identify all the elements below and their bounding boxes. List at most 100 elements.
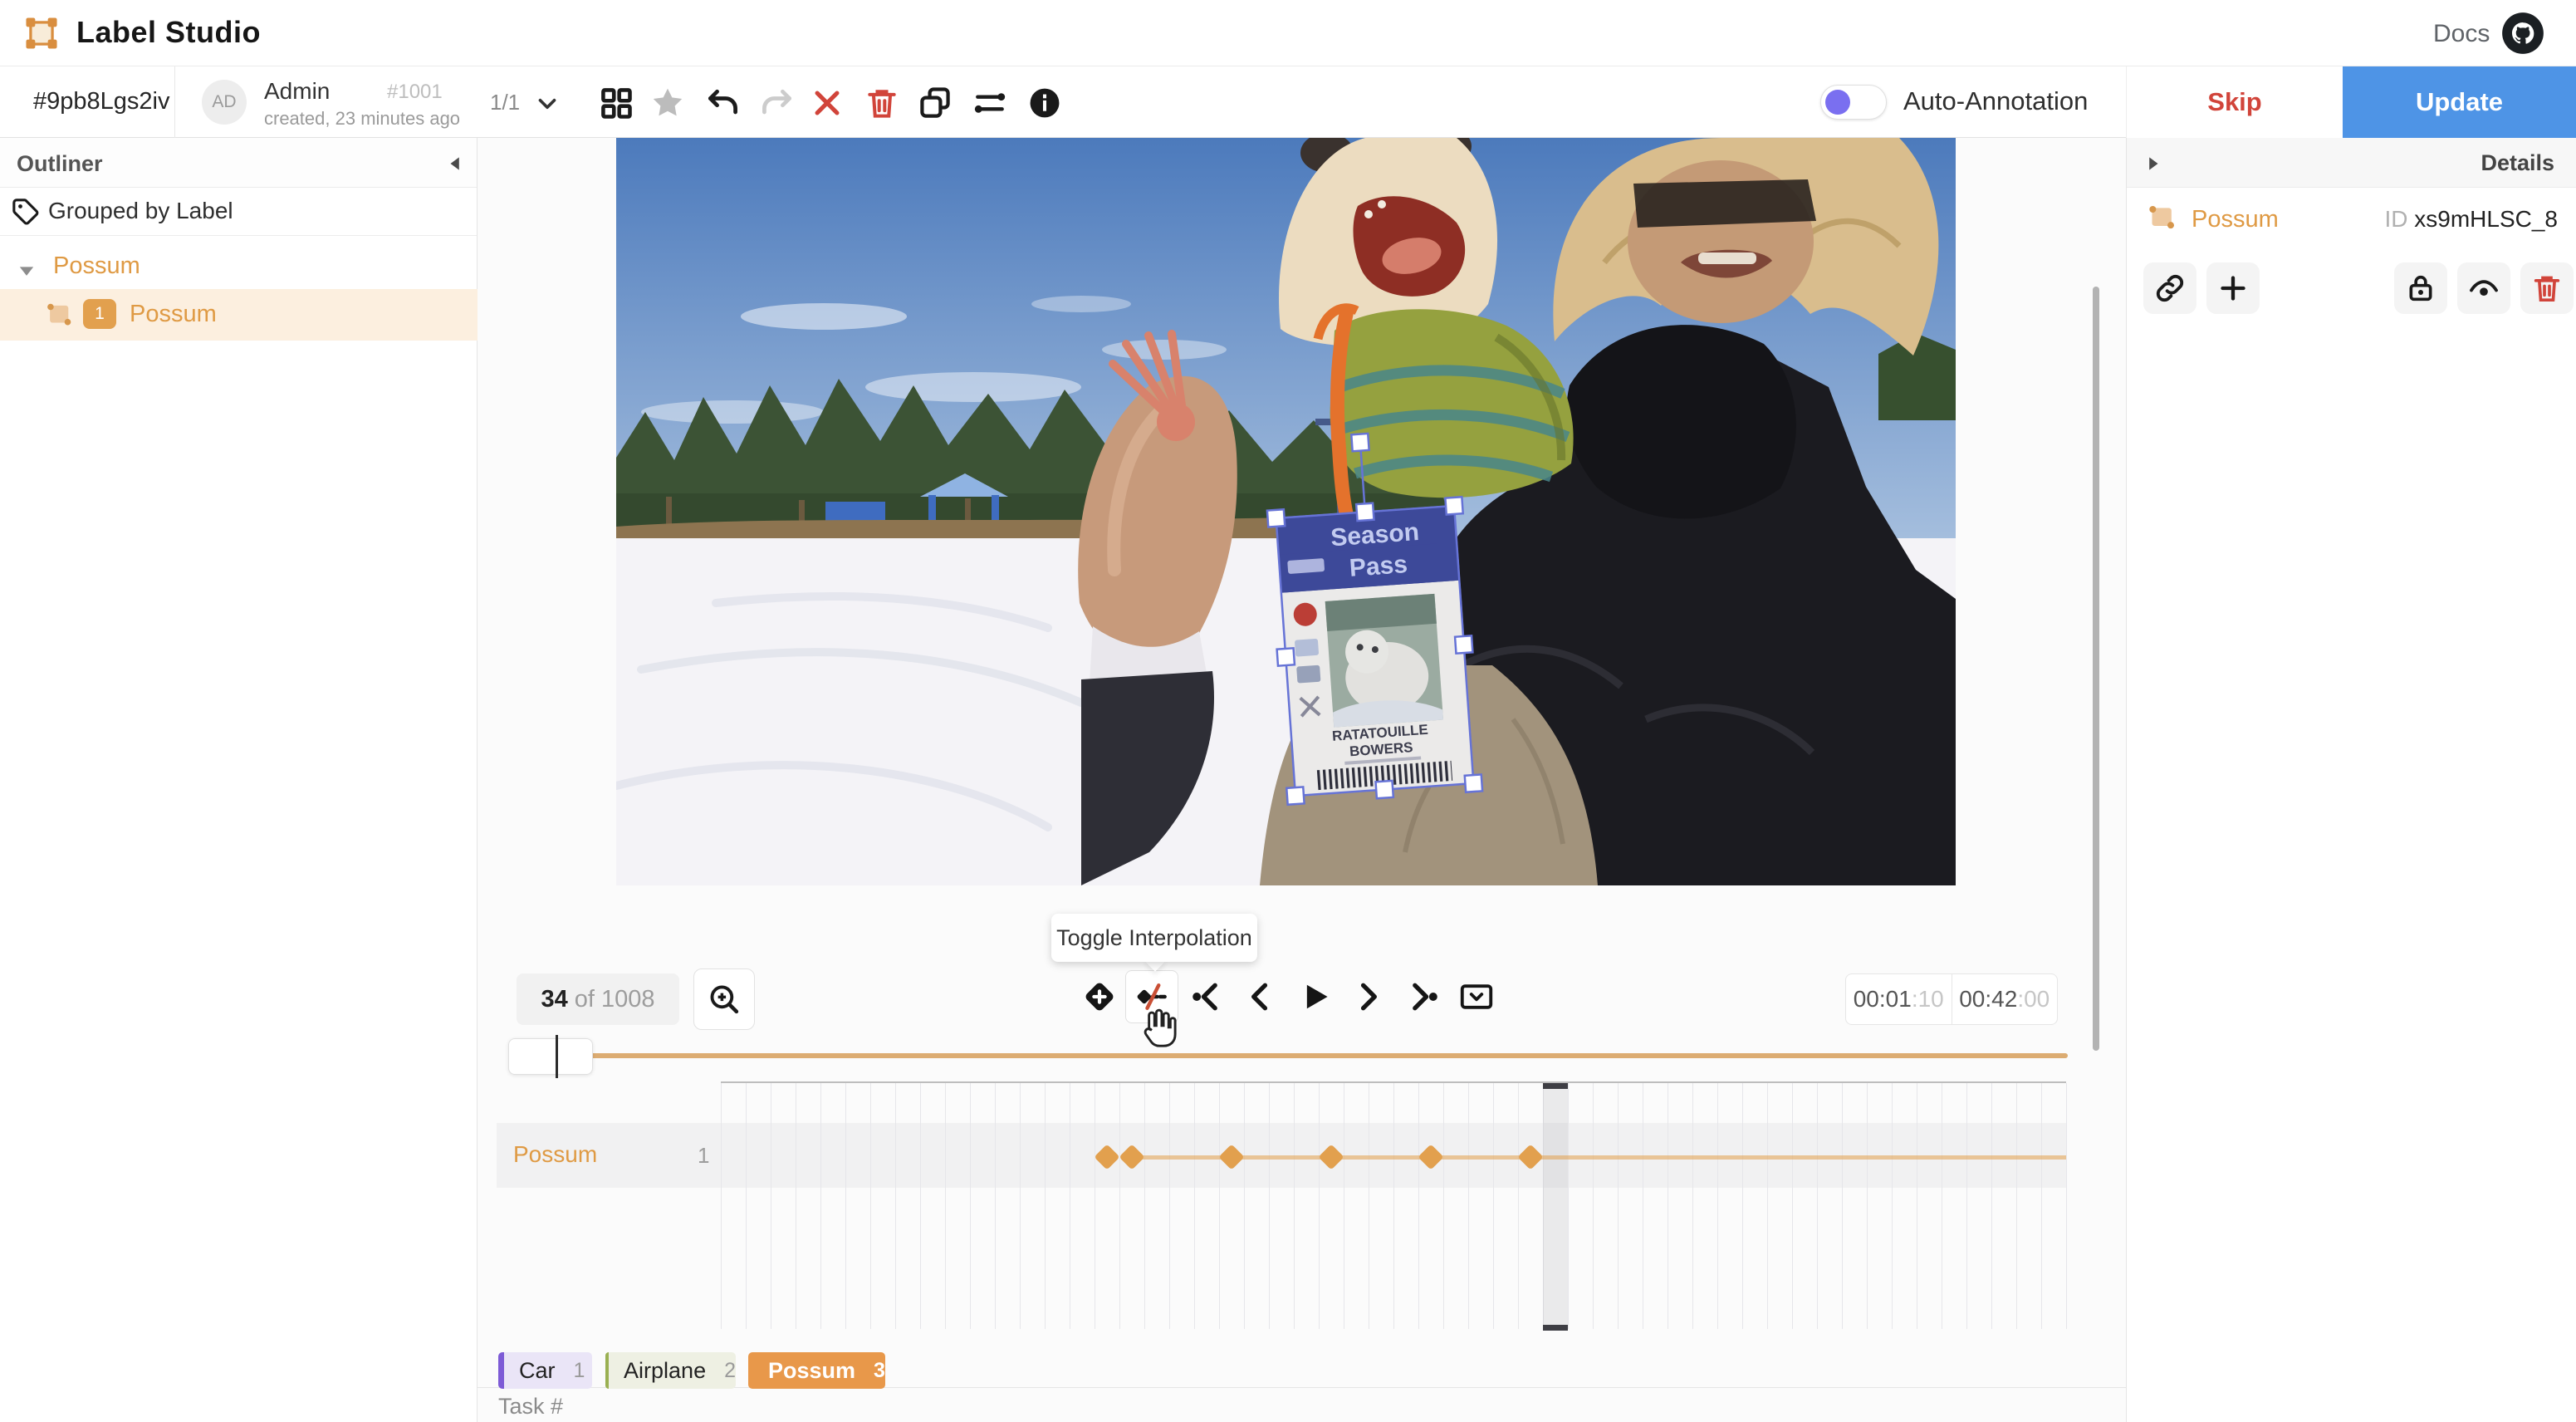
- collapse-right-icon[interactable]: [2142, 153, 2163, 174]
- prev-keyframe-icon[interactable]: [1189, 978, 1226, 1015]
- video-frame[interactable]: Season Pass RATATOUILLE BOWERS: [616, 138, 1956, 885]
- keyframe-diamond[interactable]: [1119, 1144, 1144, 1169]
- task-id: #9pb8Lgs2iv: [33, 88, 169, 115]
- relations-icon[interactable]: [972, 85, 1008, 121]
- keyframe-diamond[interactable]: [1318, 1144, 1344, 1169]
- region-index-badge: 1: [83, 299, 116, 329]
- frames-control-icon[interactable]: [1458, 978, 1495, 1015]
- keyframe-diamond[interactable]: [1094, 1144, 1119, 1169]
- delete-trash-icon[interactable]: [864, 85, 900, 121]
- annotation-created: created, 23 minutes ago: [264, 108, 460, 130]
- prev-frame-icon[interactable]: [1241, 978, 1278, 1015]
- toggle-interpolation-icon[interactable]: [1134, 978, 1170, 1015]
- app-title: Label Studio: [76, 15, 261, 50]
- add-meta-button[interactable]: [2206, 262, 2260, 314]
- frame-separator: of: [575, 986, 595, 1013]
- label-chip-airplane[interactable]: Airplane2: [605, 1352, 736, 1389]
- grid-line: [1045, 1083, 1046, 1329]
- reject-x-icon[interactable]: [809, 85, 845, 121]
- grid-line: [2016, 1083, 2017, 1329]
- lock-region-button[interactable]: [2394, 262, 2447, 314]
- grid-line: [895, 1083, 896, 1329]
- track-label[interactable]: Possum: [513, 1141, 597, 1168]
- grid-line: [1269, 1083, 1270, 1329]
- grid-line: [920, 1083, 921, 1329]
- collapse-left-icon[interactable]: [445, 153, 467, 174]
- grid-line: [1443, 1083, 1444, 1329]
- label-color-bar: [605, 1352, 609, 1389]
- delete-region-button[interactable]: [2520, 262, 2574, 314]
- grid-line: [845, 1083, 846, 1329]
- grid-line: [1817, 1083, 1818, 1329]
- grid-line: [1319, 1083, 1320, 1329]
- plus-icon: [2216, 272, 2250, 305]
- divider: [174, 66, 175, 138]
- redo-icon[interactable]: [759, 85, 796, 121]
- grid-line: [1493, 1083, 1494, 1329]
- details-panel: Details Possum ID xs9mHLSC_8: [2126, 138, 2576, 1422]
- keyframe-diamond[interactable]: [1517, 1144, 1543, 1169]
- grid-line: [1742, 1083, 1743, 1329]
- bbox-handle[interactable]: [1455, 635, 1472, 653]
- label-chip-car[interactable]: Car1: [498, 1352, 592, 1389]
- grid-line: [970, 1083, 971, 1329]
- grouping-selector[interactable]: Grouped by Label: [0, 188, 477, 236]
- bbox-handle[interactable]: [1267, 509, 1285, 527]
- bbox-handle[interactable]: [1277, 648, 1295, 665]
- relations-link-button[interactable]: [2143, 262, 2196, 314]
- github-icon[interactable]: [2501, 12, 2544, 55]
- seek-track[interactable]: [531, 1053, 2068, 1058]
- grid-line: [1892, 1083, 1893, 1329]
- play-icon[interactable]: [1296, 978, 1333, 1015]
- keyframe-diamond[interactable]: [1418, 1144, 1443, 1169]
- duplicate-copy-icon[interactable]: [917, 85, 953, 121]
- zoom-button[interactable]: [693, 968, 755, 1030]
- region-rect-icon: [43, 299, 76, 331]
- keyframe-diamond[interactable]: [1218, 1144, 1244, 1169]
- annotation-pager: 1/1: [490, 90, 520, 115]
- bbox-handle[interactable]: [1286, 787, 1304, 804]
- timeline-grid[interactable]: [721, 1081, 2066, 1329]
- undo-icon[interactable]: [704, 85, 741, 121]
- update-button[interactable]: Update: [2343, 66, 2576, 138]
- next-frame-icon[interactable]: [1350, 978, 1387, 1015]
- frame-counter-input[interactable]: 34 of 1008: [517, 973, 679, 1025]
- grid-line: [1294, 1083, 1295, 1329]
- bbox-handle[interactable]: [1445, 497, 1462, 514]
- details-title: Details: [2481, 150, 2554, 176]
- seek-viewport-handle[interactable]: [508, 1038, 593, 1075]
- bbox-handle[interactable]: [1376, 781, 1393, 798]
- region-id: ID xs9mHLSC_8: [2384, 206, 2558, 233]
- rotation-handle[interactable]: [1351, 434, 1369, 451]
- seek-playhead[interactable]: [556, 1035, 558, 1078]
- view-all-grid-icon[interactable]: [598, 85, 634, 121]
- top-header: Label Studio Docs: [0, 0, 2576, 66]
- info-icon[interactable]: [1026, 85, 1063, 121]
- label-chip-possum[interactable]: Possum3: [748, 1352, 885, 1389]
- star-icon[interactable]: [649, 85, 686, 121]
- docs-link[interactable]: Docs: [2433, 20, 2490, 48]
- chevron-down-icon[interactable]: [533, 90, 561, 118]
- tree-expand-caret-icon[interactable]: [15, 259, 38, 282]
- label-studio-app: Label Studio Docs #9pb8Lgs2iv AD Admin #…: [0, 0, 2576, 1422]
- tree-group-possum[interactable]: Possum: [53, 253, 140, 280]
- vertical-scrollbar-thumb[interactable]: [2093, 287, 2099, 1051]
- skip-button[interactable]: Skip: [2126, 66, 2343, 138]
- auto-annotation-toggle[interactable]: [1820, 85, 1887, 120]
- bbox-handle[interactable]: [1465, 774, 1482, 792]
- bbox-handle[interactable]: [1356, 503, 1374, 521]
- eye-icon: [2467, 272, 2500, 305]
- current-frame-column[interactable]: [1543, 1083, 1568, 1331]
- grid-line: [1717, 1083, 1718, 1329]
- hide-region-button[interactable]: [2457, 262, 2510, 314]
- grid-line: [995, 1083, 996, 1329]
- grid-line: [1792, 1083, 1793, 1329]
- grid-line: [1393, 1083, 1394, 1329]
- tree-region-possum[interactable]: 1 Possum: [0, 289, 477, 341]
- toggle-knob: [1825, 90, 1850, 115]
- grid-line: [1593, 1083, 1594, 1329]
- next-keyframe-icon[interactable]: [1404, 978, 1441, 1015]
- add-keyframe-icon[interactable]: [1081, 978, 1118, 1015]
- grid-line: [1842, 1083, 1843, 1329]
- avatar: AD: [202, 80, 247, 125]
